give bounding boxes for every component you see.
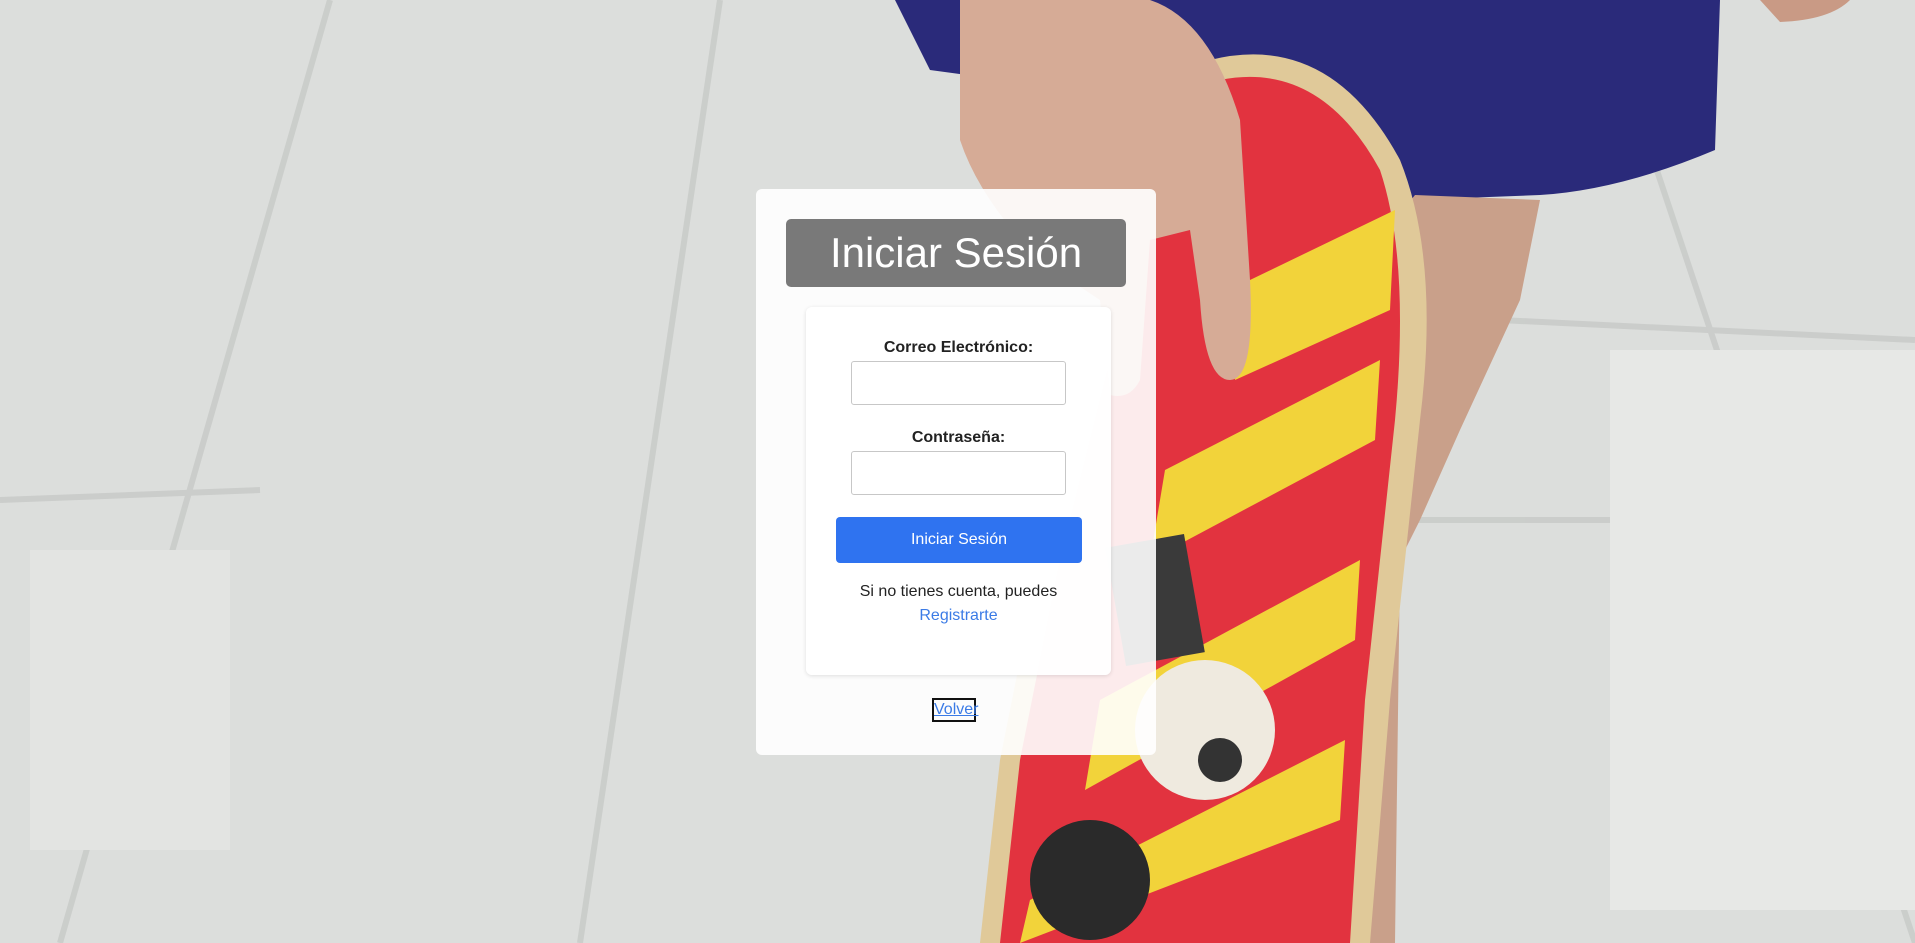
no-account-text: Si no tienes cuenta, puedes: [859, 583, 1058, 600]
password-field[interactable]: [851, 451, 1066, 495]
email-field[interactable]: [851, 361, 1066, 405]
login-button[interactable]: Iniciar Sesión: [836, 517, 1082, 563]
login-card: Iniciar Sesión Correo Electrónico: Contr…: [756, 189, 1156, 755]
password-label: Contraseña:: [911, 429, 1006, 446]
page-title: Iniciar Sesión: [786, 219, 1126, 287]
register-link[interactable]: Registrarte: [806, 607, 1111, 625]
back-link[interactable]: Volver: [932, 698, 978, 722]
login-form: Correo Electrónico: Contraseña: Iniciar …: [806, 307, 1111, 675]
email-label: Correo Electrónico:: [883, 339, 1034, 356]
